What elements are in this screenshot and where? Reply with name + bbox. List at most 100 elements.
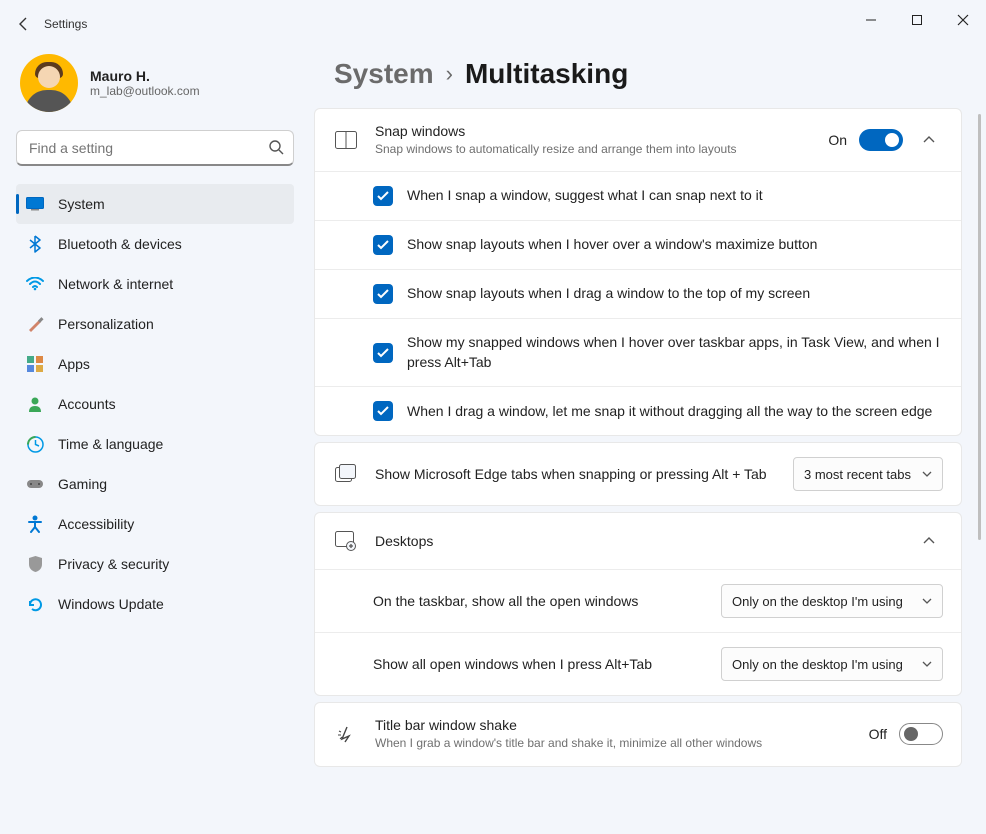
chevron-up-icon[interactable]	[915, 527, 943, 555]
dropdown-value: Only on the desktop I'm using	[732, 657, 903, 672]
nav-gaming[interactable]: Gaming	[16, 464, 294, 504]
shake-toggle[interactable]	[899, 723, 943, 745]
desktops-card: Desktops On the taskbar, show all the op…	[314, 512, 962, 696]
gamepad-icon	[26, 475, 44, 493]
edge-tabs-card: Show Microsoft Edge tabs when snapping o…	[314, 442, 962, 506]
nav-label: Gaming	[58, 476, 107, 492]
checkbox-checked[interactable]	[373, 401, 393, 421]
snap-desc: Snap windows to automatically resize and…	[375, 141, 812, 157]
snap-option-label: Show snap layouts when I hover over a wi…	[407, 235, 943, 255]
nav-apps[interactable]: Apps	[16, 344, 294, 384]
shake-title: Title bar window shake	[375, 717, 853, 733]
user-email: m_lab@outlook.com	[90, 84, 200, 98]
accessibility-icon	[26, 515, 44, 533]
nav-update[interactable]: Windows Update	[16, 584, 294, 624]
nav-bluetooth[interactable]: Bluetooth & devices	[16, 224, 294, 264]
snap-toggle[interactable]	[859, 129, 903, 151]
desktop-opt-label: On the taskbar, show all the open window…	[373, 593, 705, 609]
desktops-title: Desktops	[375, 533, 899, 549]
snap-toggle-label: On	[828, 132, 847, 148]
back-button[interactable]	[8, 8, 40, 40]
chevron-up-icon[interactable]	[915, 126, 943, 154]
checkbox-checked[interactable]	[373, 343, 393, 363]
maximize-button[interactable]	[894, 0, 940, 40]
nav-label: Accounts	[58, 396, 116, 412]
shake-desc: When I grab a window's title bar and sha…	[375, 735, 853, 751]
nav-system[interactable]: System	[16, 184, 294, 224]
titlebar-shake-card: Title bar window shake When I grab a win…	[314, 702, 962, 766]
shake-icon	[333, 723, 359, 745]
nav-label: System	[58, 196, 105, 212]
nav-label: Personalization	[58, 316, 154, 332]
snap-option-label: When I snap a window, suggest what I can…	[407, 186, 943, 206]
clock-icon	[26, 435, 44, 453]
search-icon	[268, 139, 284, 155]
page-title: Multitasking	[465, 58, 628, 90]
user-name: Mauro H.	[90, 68, 200, 84]
desktop-opt-row: On the taskbar, show all the open window…	[315, 569, 961, 632]
nav-label: Privacy & security	[58, 556, 169, 572]
nav-personalization[interactable]: Personalization	[16, 304, 294, 344]
snap-option-label: Show my snapped windows when I hover ove…	[407, 333, 943, 372]
nav-label: Bluetooth & devices	[58, 236, 182, 252]
nav-label: Network & internet	[58, 276, 173, 292]
user-profile[interactable]: Mauro H. m_lab@outlook.com	[16, 54, 294, 112]
chevron-down-icon	[922, 471, 932, 477]
nav-label: Windows Update	[58, 596, 164, 612]
person-icon	[26, 395, 44, 413]
chevron-down-icon	[922, 661, 932, 667]
nav-accessibility[interactable]: Accessibility	[16, 504, 294, 544]
search-container	[16, 130, 294, 166]
snap-title: Snap windows	[375, 123, 812, 139]
snap-windows-card: Snap windows Snap windows to automatical…	[314, 108, 962, 436]
snap-option-row[interactable]: When I drag a window, let me snap it wit…	[315, 386, 961, 435]
nav-label: Apps	[58, 356, 90, 372]
wifi-icon	[26, 275, 44, 293]
snap-option-row[interactable]: Show snap layouts when I hover over a wi…	[315, 220, 961, 269]
scrollbar[interactable]	[978, 114, 982, 824]
shield-icon	[26, 555, 44, 573]
desktops-icon	[333, 531, 359, 551]
window-title: Settings	[44, 17, 87, 31]
desktops-row[interactable]: Desktops	[315, 513, 961, 569]
search-input[interactable]	[16, 130, 294, 166]
desktop-opt-row: Show all open windows when I press Alt+T…	[315, 632, 961, 695]
chevron-right-icon: ›	[446, 61, 453, 87]
breadcrumb: System › Multitasking	[314, 58, 962, 90]
snap-layout-icon	[333, 131, 359, 149]
minimize-button[interactable]	[848, 0, 894, 40]
close-button[interactable]	[940, 0, 986, 40]
dropdown-value: 3 most recent tabs	[804, 467, 911, 482]
checkbox-checked[interactable]	[373, 284, 393, 304]
titlebar-shake-row: Title bar window shake When I grab a win…	[315, 703, 961, 765]
breadcrumb-parent[interactable]: System	[334, 58, 434, 90]
nav-label: Time & language	[58, 436, 163, 452]
bluetooth-icon	[26, 235, 44, 253]
system-icon	[26, 195, 44, 213]
snap-windows-row[interactable]: Snap windows Snap windows to automatical…	[315, 109, 961, 171]
nav-time[interactable]: Time & language	[16, 424, 294, 464]
edge-title: Show Microsoft Edge tabs when snapping o…	[375, 466, 777, 482]
desktop-opt2-dropdown[interactable]: Only on the desktop I'm using	[721, 647, 943, 681]
nav-label: Accessibility	[58, 516, 134, 532]
nav-accounts[interactable]: Accounts	[16, 384, 294, 424]
edge-dropdown[interactable]: 3 most recent tabs	[793, 457, 943, 491]
brush-icon	[26, 315, 44, 333]
snap-option-row[interactable]: Show snap layouts when I drag a window t…	[315, 269, 961, 318]
avatar	[20, 54, 78, 112]
snap-option-row[interactable]: Show my snapped windows when I hover ove…	[315, 318, 961, 386]
checkbox-checked[interactable]	[373, 235, 393, 255]
snap-option-row[interactable]: When I snap a window, suggest what I can…	[315, 171, 961, 220]
desktop-opt1-dropdown[interactable]: Only on the desktop I'm using	[721, 584, 943, 618]
apps-icon	[26, 355, 44, 373]
shake-toggle-label: Off	[869, 726, 887, 742]
nav-privacy[interactable]: Privacy & security	[16, 544, 294, 584]
chevron-down-icon	[922, 598, 932, 604]
update-icon	[26, 595, 44, 613]
edge-tabs-row: Show Microsoft Edge tabs when snapping o…	[315, 443, 961, 505]
edge-tabs-icon	[333, 464, 359, 484]
nav-network[interactable]: Network & internet	[16, 264, 294, 304]
snap-option-label: Show snap layouts when I drag a window t…	[407, 284, 943, 304]
desktop-opt-label: Show all open windows when I press Alt+T…	[373, 656, 705, 672]
checkbox-checked[interactable]	[373, 186, 393, 206]
